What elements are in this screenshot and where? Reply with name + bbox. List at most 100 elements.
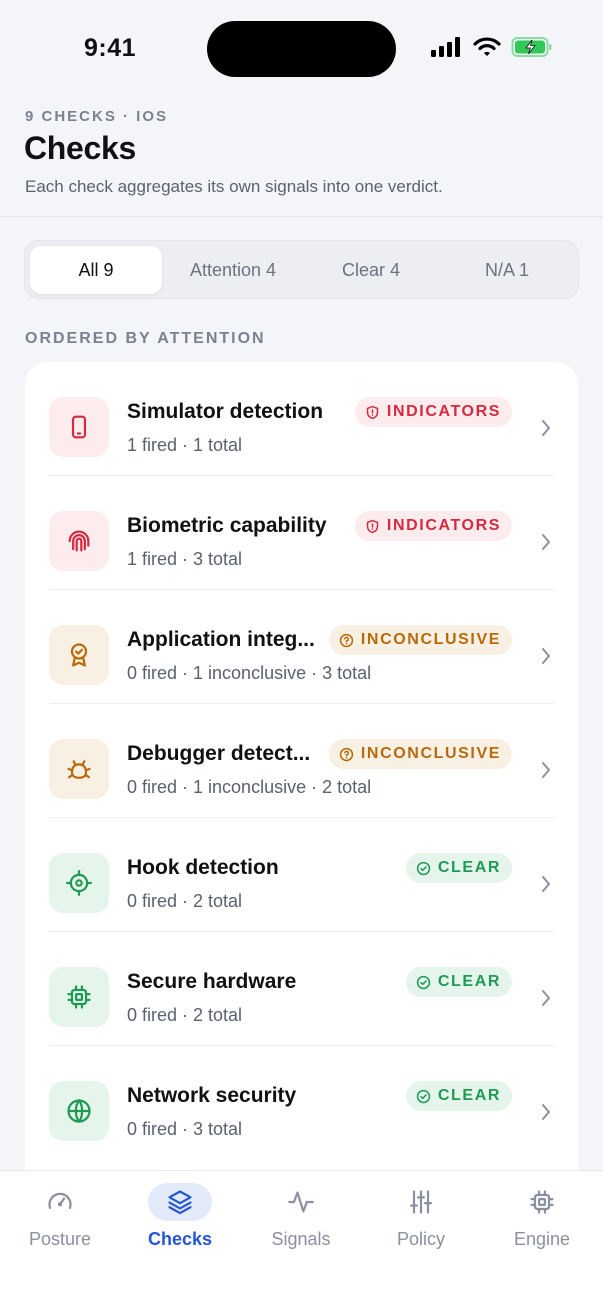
check-icon-container: [49, 625, 109, 685]
status-badge-label: INDICATORS: [386, 403, 501, 420]
fingerprint-icon: [68, 530, 90, 552]
status-badge: INCONCLUSIVE: [328, 739, 512, 769]
status-badge-label: INCONCLUSIVE: [360, 631, 501, 648]
check-title: Debugger detect...: [127, 742, 311, 765]
bottom-tab-bar: Posture Checks Signals Policy Engine: [0, 1170, 603, 1311]
checks-list: Simulator detection 1 fired · 1 total IN…: [25, 362, 578, 1222]
check-subtitle: 0 fired · 1 inconclusive · 3 total: [127, 663, 372, 683]
check-row-application-integrity[interactable]: Application integ... 0 fired · 1 inconcl…: [25, 590, 578, 704]
page-header: 9 CHECKS · IOS Checks Each check aggrega…: [0, 98, 603, 217]
status-badge: CLEAR: [405, 967, 512, 997]
crosshair-icon: [65, 869, 93, 897]
check-icon-container: [49, 397, 109, 457]
status-icons: [431, 36, 553, 58]
award-icon: [70, 643, 88, 667]
check-row-network-security[interactable]: Network security 0 fired · 3 total CLEAR: [25, 1046, 578, 1160]
tab-icon-container: [28, 1183, 92, 1221]
check-circle-icon: [416, 1089, 431, 1103]
status-badge: INDICATORS: [354, 511, 512, 541]
check-icon-container: [49, 511, 109, 571]
page-eyebrow: 9 CHECKS · IOS: [25, 108, 169, 125]
tab-engine[interactable]: Engine: [482, 1183, 602, 1263]
status-badge-label: CLEAR: [437, 859, 501, 876]
filter-segmented-control: All 9 Attention 4 Clear 4 N/A 1: [24, 240, 579, 299]
gauge-icon: [48, 1192, 72, 1209]
status-badge: INCONCLUSIVE: [328, 625, 512, 655]
check-title: Network security: [127, 1084, 297, 1107]
question-circle-icon: [339, 747, 354, 761]
shield-alert-icon: [366, 405, 379, 419]
check-subtitle: 1 fired · 1 total: [127, 435, 243, 455]
status-badge-label: INCONCLUSIVE: [360, 745, 501, 762]
status-badge-label: INDICATORS: [386, 517, 501, 534]
check-subtitle: 0 fired · 2 total: [127, 891, 243, 911]
check-subtitle: 0 fired · 1 inconclusive · 2 total: [127, 777, 372, 797]
check-title: Hook detection: [127, 856, 279, 879]
activity-icon: [288, 1191, 314, 1213]
check-circle-icon: [416, 861, 431, 875]
chevron-right-icon: [542, 876, 550, 892]
tab-icon-container: [389, 1183, 453, 1221]
check-row-biometric-capability[interactable]: Biometric capability 1 fired · 3 total I…: [25, 476, 578, 590]
tab-label: Signals: [271, 1229, 331, 1249]
cpu-icon: [530, 1190, 554, 1214]
tab-signals[interactable]: Signals: [241, 1183, 361, 1263]
tab-label: Checks: [147, 1229, 213, 1249]
tab-icon-container: [510, 1183, 574, 1221]
status-badge-label: CLEAR: [437, 1087, 501, 1104]
status-badge: INDICATORS: [354, 397, 512, 427]
filter-clear[interactable]: Clear 4: [304, 246, 438, 294]
bug-icon: [67, 760, 91, 779]
question-circle-icon: [339, 633, 354, 647]
tab-label: Policy: [396, 1229, 445, 1249]
chevron-right-icon: [542, 990, 550, 1006]
tab-posture[interactable]: Posture: [0, 1183, 120, 1263]
check-icon-container: [49, 739, 109, 799]
tab-policy[interactable]: Policy: [361, 1183, 481, 1263]
section-label: ORDERED BY ATTENTION: [25, 330, 266, 347]
check-subtitle: 1 fired · 3 total: [127, 549, 243, 569]
tab-label: Engine: [513, 1229, 571, 1249]
tab-checks[interactable]: Checks: [120, 1183, 240, 1263]
check-row-simulator-detection[interactable]: Simulator detection 1 fired · 1 total IN…: [25, 362, 578, 476]
tab-icon-container: [148, 1183, 212, 1221]
cellular-signal-icon: [431, 37, 460, 57]
check-title: Simulator detection: [127, 400, 324, 423]
phone-icon: [71, 415, 87, 439]
filter-attention[interactable]: Attention 4: [164, 246, 302, 294]
status-time: 9:41: [84, 34, 137, 62]
check-row-debugger-detection[interactable]: Debugger detect... 0 fired · 1 inconclus…: [25, 704, 578, 818]
check-icon-container: [49, 1081, 109, 1141]
filter-na[interactable]: N/A 1: [440, 246, 574, 294]
chevron-right-icon: [542, 648, 550, 664]
check-title: Biometric capability: [127, 514, 327, 537]
shield-alert-icon: [366, 519, 379, 533]
chevron-right-icon: [542, 534, 550, 550]
tab-label: Posture: [28, 1229, 92, 1249]
check-subtitle: 0 fired · 3 total: [127, 1119, 243, 1139]
check-subtitle: 0 fired · 2 total: [127, 1005, 243, 1025]
sliders-icon: [409, 1190, 433, 1214]
layers-icon: [168, 1190, 192, 1215]
check-title: Application integ...: [127, 628, 315, 651]
globe-icon: [67, 1098, 91, 1124]
chevron-right-icon: [542, 420, 550, 436]
chevron-right-icon: [542, 1104, 550, 1120]
check-icon-container: [49, 967, 109, 1027]
chevron-right-icon: [542, 762, 550, 778]
status-bar: 9:41: [0, 0, 603, 98]
check-icon-container: [49, 853, 109, 913]
filter-all[interactable]: All 9: [30, 246, 162, 294]
check-row-secure-hardware[interactable]: Secure hardware 0 fired · 2 total CLEAR: [25, 932, 578, 1046]
page-title: Checks: [24, 130, 137, 166]
status-badge: CLEAR: [405, 1081, 512, 1111]
check-row-hook-detection[interactable]: Hook detection 0 fired · 2 total CLEAR: [25, 818, 578, 932]
tab-icon-container: [269, 1183, 333, 1221]
dynamic-island: [207, 21, 396, 77]
status-badge: CLEAR: [405, 853, 512, 883]
status-badge-label: CLEAR: [437, 973, 501, 990]
wifi-icon: [473, 37, 501, 56]
check-title: Secure hardware: [127, 970, 297, 993]
battery-charging-icon: [511, 37, 552, 57]
page-subtitle: Each check aggregates its own signals in…: [25, 177, 443, 196]
